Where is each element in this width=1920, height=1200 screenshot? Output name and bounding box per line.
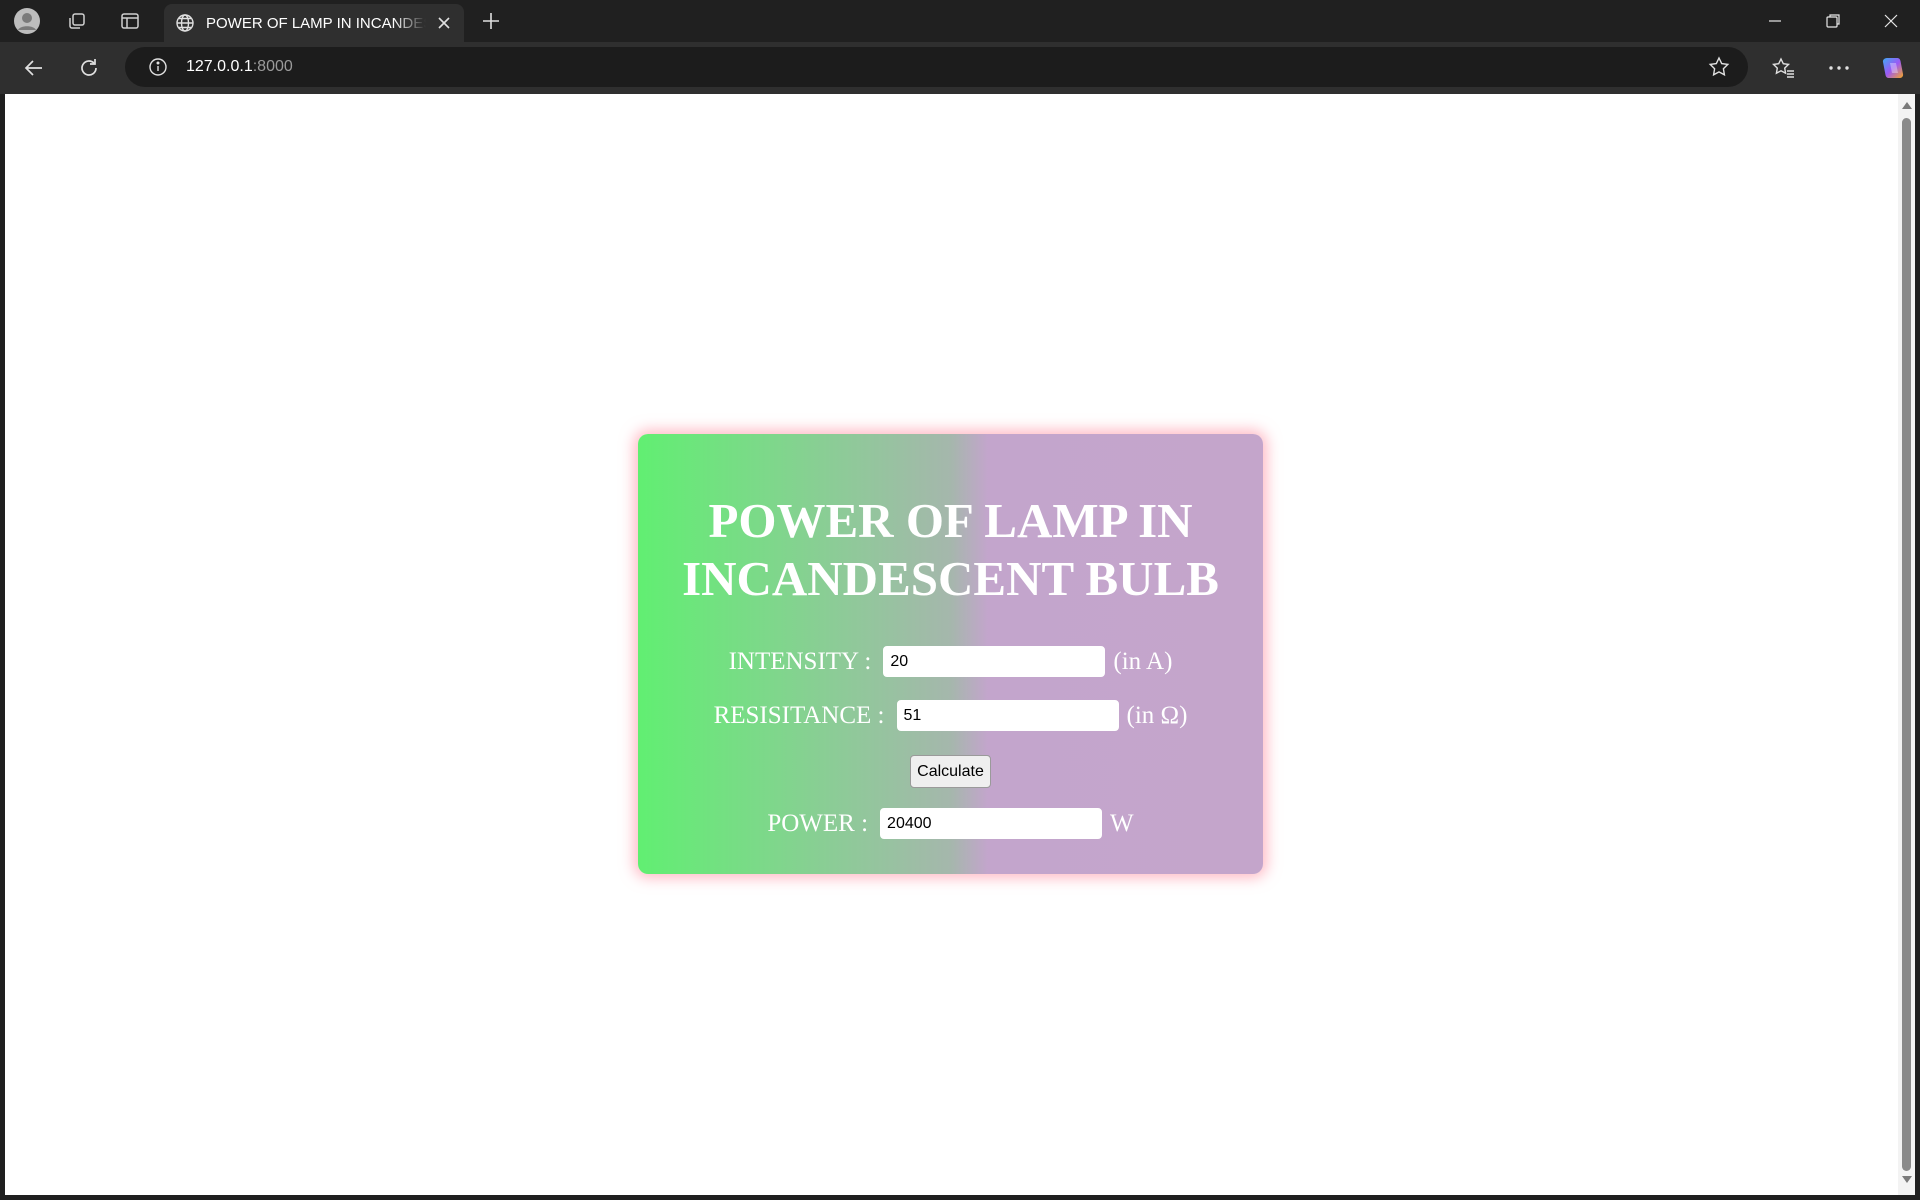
resistance-input[interactable] (896, 700, 1119, 731)
power-unit: W (1110, 809, 1134, 837)
tab-title: POWER OF LAMP IN INCANDESCENT BULB (206, 15, 426, 32)
intensity-unit: (in A) (1113, 647, 1173, 675)
restore-icon[interactable] (1805, 0, 1861, 42)
browser-toolbar: 127.0.0.1:8000 (0, 42, 1920, 94)
globe-icon (172, 10, 198, 36)
url-host: 127.0.0.1 (186, 58, 253, 75)
scroll-up-icon[interactable] (1902, 102, 1912, 109)
power-row: POWER : W (638, 808, 1263, 839)
refresh-icon[interactable] (73, 52, 105, 84)
favorites-icon[interactable] (1768, 52, 1800, 84)
close-tab-icon[interactable] (431, 10, 457, 36)
new-tab-icon[interactable] (478, 8, 504, 34)
intensity-label: INTENSITY : (728, 647, 872, 675)
calculate-button[interactable]: Calculate (910, 755, 991, 788)
scrollbar[interactable] (1898, 94, 1915, 1195)
intensity-row: INTENSITY : (in A) (638, 646, 1263, 677)
tab-strip: POWER OF LAMP IN INCANDESCENT BULB (0, 0, 1920, 42)
intensity-input[interactable] (883, 646, 1106, 677)
workspaces-icon[interactable] (64, 8, 90, 34)
scroll-thumb[interactable] (1902, 118, 1911, 1171)
tab-active[interactable]: POWER OF LAMP IN INCANDESCENT BULB (164, 4, 464, 42)
power-output[interactable] (880, 808, 1103, 839)
calculator-card: POWER OF LAMP IN INCANDESCENT BULB INTEN… (638, 434, 1263, 874)
favorite-star-icon[interactable] (1703, 51, 1735, 83)
back-icon[interactable] (18, 52, 50, 84)
more-options-icon[interactable] (1823, 52, 1855, 84)
scroll-down-icon[interactable] (1902, 1176, 1912, 1183)
minimize-icon[interactable] (1747, 0, 1803, 42)
resistance-label: RESISITANCE : (713, 701, 885, 729)
url-text[interactable]: 127.0.0.1:8000 (186, 58, 293, 76)
profile-avatar-icon[interactable] (14, 8, 40, 34)
power-label: POWER : (767, 809, 869, 837)
url-port: :8000 (252, 58, 293, 75)
calculate-row: Calculate (638, 755, 1263, 788)
resistance-unit: (in Ω) (1126, 701, 1188, 729)
copilot-icon[interactable] (1877, 52, 1909, 84)
site-info-icon[interactable] (142, 51, 174, 83)
tab-actions-icon[interactable] (117, 8, 143, 34)
close-window-icon[interactable] (1863, 0, 1919, 42)
resistance-row: RESISITANCE : (in Ω) (638, 700, 1263, 731)
address-bar[interactable]: 127.0.0.1:8000 (125, 47, 1748, 87)
page-title: POWER OF LAMP IN INCANDESCENT BULB (682, 493, 1219, 606)
